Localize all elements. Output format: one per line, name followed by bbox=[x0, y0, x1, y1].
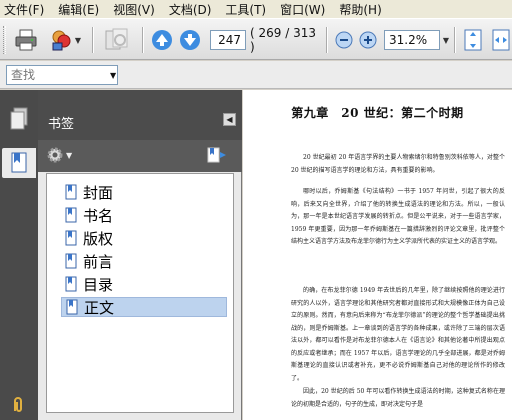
fit-width-icon bbox=[492, 29, 510, 51]
paragraph: 20 世纪最初 20 年语言学界的主要人物索绪尔和特鲁别茨科依等人，对整个 20… bbox=[291, 154, 505, 174]
bookmark-label: 前言 bbox=[83, 252, 114, 271]
bookmark-item-contents[interactable]: 目录 bbox=[65, 274, 113, 294]
bookmark-icon bbox=[66, 299, 78, 315]
zoom-dropdown-chevron-icon[interactable]: ▼ bbox=[443, 36, 449, 45]
zoom-in-button[interactable] bbox=[358, 27, 378, 53]
paragraph: 的确，在布龙菲尔德 1949 年去世后的几年里，除了继续按照他的理论进行研究的人… bbox=[291, 287, 505, 382]
page-number-input[interactable]: 247 bbox=[210, 30, 246, 50]
chevron-down-icon: ▼ bbox=[66, 150, 73, 160]
bookmark-icon bbox=[65, 184, 77, 200]
bookmark-item-body[interactable]: 正文 bbox=[61, 297, 227, 317]
arrow-up-icon bbox=[152, 30, 172, 50]
menu-help[interactable]: 帮助(H) bbox=[339, 1, 381, 18]
previous-page-button[interactable] bbox=[150, 27, 174, 53]
menu-file[interactable]: 文件(F) bbox=[4, 1, 44, 18]
bookmark-expand-icon bbox=[207, 147, 226, 163]
page-thumbnails-icon bbox=[10, 107, 28, 130]
bookmark-label: 目录 bbox=[83, 275, 114, 294]
menu-edit[interactable]: 编辑(E) bbox=[58, 1, 99, 18]
toolbar: ▼ 247 ( 269 / 313 ) 31.2% ▼ bbox=[0, 18, 512, 60]
chapter-heading: 第九章 20 世纪：第二个时期 bbox=[291, 106, 464, 120]
menu-view[interactable]: 视图(V) bbox=[113, 1, 155, 18]
collaborate-icon bbox=[52, 30, 71, 51]
collaborate-button[interactable]: ▼ bbox=[46, 27, 84, 53]
bookmark-item-copyright[interactable]: 版权 bbox=[65, 228, 113, 248]
search-dropdown-chevron-icon[interactable]: ▼ bbox=[110, 71, 116, 80]
toolbar-separator bbox=[454, 27, 456, 53]
paragraph: 因此，20 世纪的后 50 年可以看作转换生成语法的时期，这种复式名称在理论的初… bbox=[291, 388, 505, 408]
bookmark-icon bbox=[65, 276, 77, 292]
paperclip-icon bbox=[14, 397, 22, 412]
menu-document[interactable]: 文档(D) bbox=[169, 1, 212, 18]
find-toolbar: ▼ bbox=[0, 61, 512, 89]
paragraph: 哪时以后，乔姆斯基《句法结构》一书于 1957 年问世，引起了很大的反响，后来又… bbox=[291, 188, 505, 245]
bookmark-list: 封面 书名 版权 前言 目录 正文 bbox=[46, 173, 234, 413]
zoom-level-input[interactable]: 31.2% bbox=[384, 30, 440, 50]
bookmarks-toolbar: ▼ bbox=[38, 140, 242, 172]
bookmarks-panel: 书签 ◀ ▼ 封面 书名 版权 前言 目录 正文 bbox=[38, 90, 242, 420]
pages-icon bbox=[105, 28, 128, 50]
bookmark-icon bbox=[65, 230, 77, 246]
chevron-down-icon[interactable]: ▼ bbox=[75, 36, 81, 45]
fit-width-button[interactable] bbox=[490, 27, 512, 53]
zoom-out-button[interactable] bbox=[334, 27, 354, 53]
bookmark-label: 书名 bbox=[83, 206, 114, 225]
expand-bookmark-button[interactable] bbox=[206, 146, 228, 167]
pages-panel-button[interactable] bbox=[6, 104, 32, 134]
bookmarks-panel-button[interactable] bbox=[2, 148, 36, 178]
bookmark-label: 版权 bbox=[83, 229, 114, 248]
bookmark-item-cover[interactable]: 封面 bbox=[65, 182, 113, 202]
zoom-out-icon bbox=[335, 31, 353, 49]
attachments-panel-button[interactable] bbox=[6, 390, 32, 420]
zoom-in-icon bbox=[359, 31, 377, 49]
search-input[interactable] bbox=[6, 65, 118, 85]
bookmark-icon bbox=[65, 253, 77, 269]
bookmarks-panel-title: 书签 bbox=[48, 117, 75, 132]
bookmark-item-preface[interactable]: 前言 bbox=[65, 251, 113, 271]
bookmark-label: 封面 bbox=[83, 183, 114, 202]
fit-page-button[interactable] bbox=[460, 27, 486, 53]
next-page-button[interactable] bbox=[178, 27, 202, 53]
menu-tools[interactable]: 工具(T) bbox=[225, 1, 266, 18]
toolbar-separator bbox=[92, 27, 94, 53]
toolbar-grip[interactable] bbox=[3, 26, 6, 54]
options-menu-button[interactable]: ▼ bbox=[46, 146, 72, 164]
arrow-down-icon bbox=[180, 30, 200, 50]
bookmarks-panel-header: 书签 ◀ bbox=[38, 90, 242, 140]
page-count-label: ( 269 / 313 ) bbox=[250, 26, 316, 54]
menu-window[interactable]: 窗口(W) bbox=[280, 1, 325, 18]
bookmark-item-title[interactable]: 书名 bbox=[65, 205, 113, 225]
page-display-button[interactable] bbox=[100, 27, 134, 53]
fit-page-icon bbox=[464, 29, 482, 51]
toolbar-separator bbox=[326, 27, 328, 53]
gear-icon bbox=[47, 147, 63, 163]
toolbar-separator bbox=[142, 27, 144, 53]
printer-icon bbox=[15, 29, 37, 51]
document-view[interactable]: 第九章 20 世纪：第二个时期 20 世纪最初 20 年语言学界的主要人物索绪尔… bbox=[243, 90, 512, 420]
bookmark-icon bbox=[65, 207, 77, 223]
navigation-rail bbox=[0, 90, 38, 420]
collapse-panel-button[interactable]: ◀ bbox=[223, 113, 236, 126]
chevron-left-icon: ◀ bbox=[226, 115, 233, 124]
menu-bar: 文件(F) 编辑(E) 视图(V) 文档(D) 工具(T) 窗口(W) 帮助(H… bbox=[0, 0, 512, 18]
bookmark-panel-icon bbox=[11, 152, 27, 173]
print-button[interactable] bbox=[12, 27, 40, 53]
bookmark-label: 正文 bbox=[84, 298, 115, 317]
